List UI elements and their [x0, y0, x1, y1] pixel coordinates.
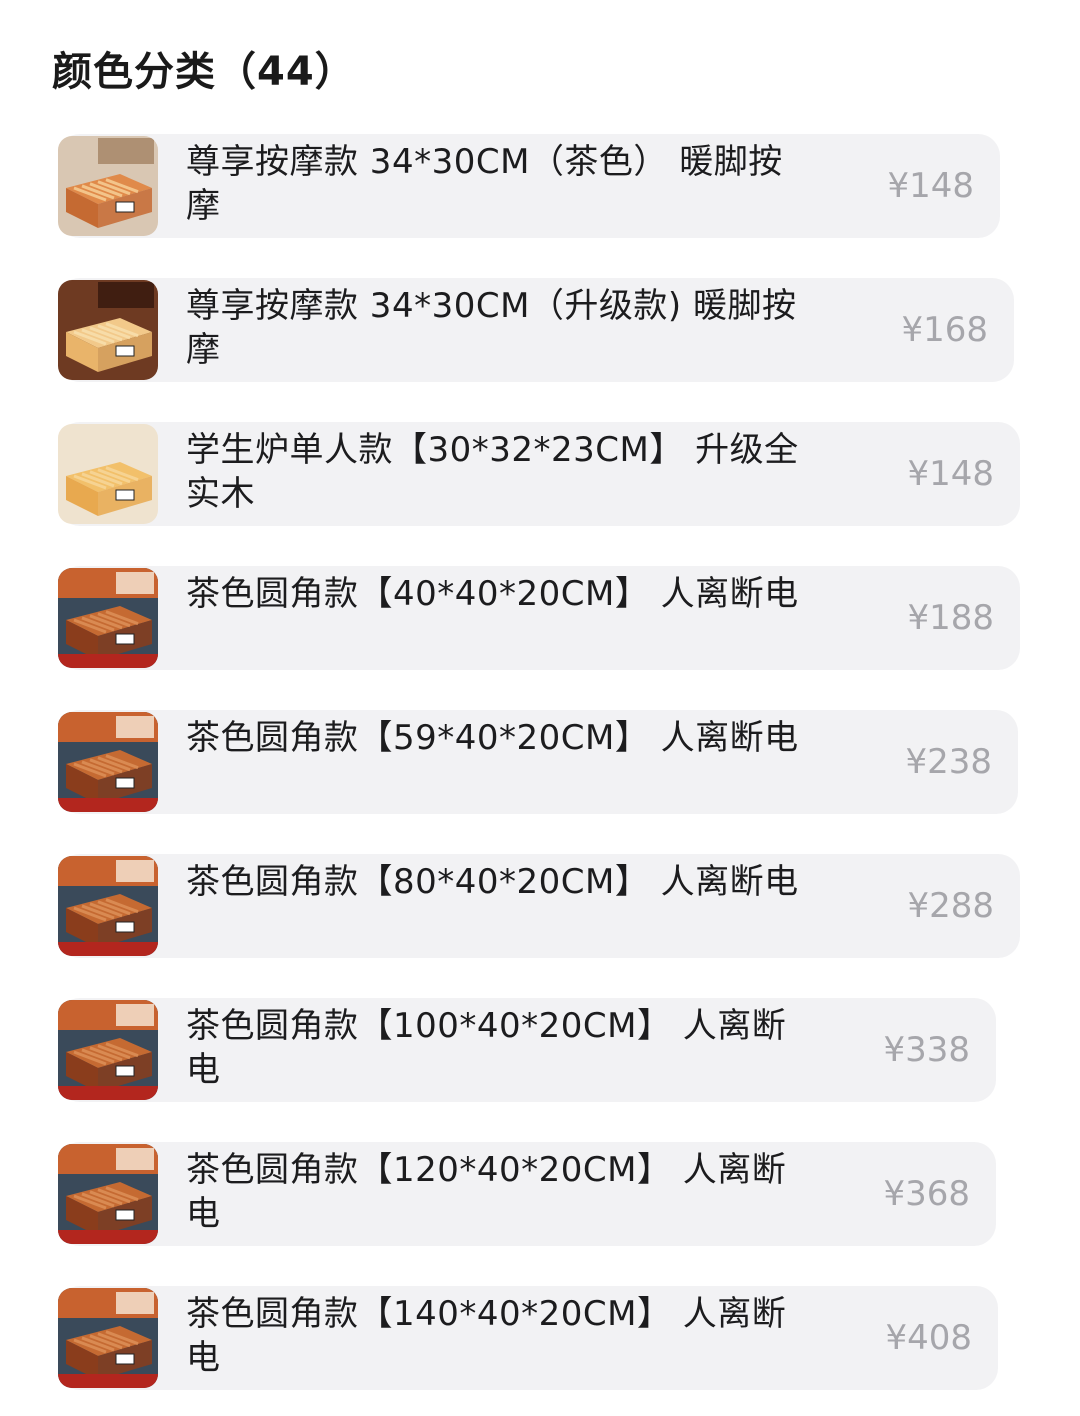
- variant-price: ¥288: [907, 886, 994, 926]
- variant-name: 尊享按摩款 34*30CM（升级款) 暖脚按摩: [186, 286, 797, 370]
- variant-name: 茶色圆角款【59*40*20CM】 人离断电: [186, 718, 799, 758]
- variant-option[interactable]: 茶色圆角款【80*40*20CM】 人离断电 ¥288: [58, 854, 1020, 958]
- variant-option[interactable]: 学生炉单人款【30*32*23CM】 升级全实木 ¥148: [58, 422, 1020, 526]
- variant-name: 茶色圆角款【80*40*20CM】 人离断电: [186, 862, 799, 902]
- product-thumbnail: [58, 280, 158, 380]
- variant-name: 茶色圆角款【140*40*20CM】 人离断电: [186, 1294, 787, 1378]
- variant-price: ¥148: [887, 166, 974, 206]
- variant-list: 尊享按摩款 34*30CM（茶色） 暖脚按摩 ¥148 尊享按摩款 34*30C…: [0, 0, 1080, 1416]
- product-thumbnail: [58, 424, 158, 524]
- variant-option[interactable]: 茶色圆角款【100*40*20CM】 人离断电 ¥338: [58, 998, 996, 1102]
- variant-price: ¥168: [901, 310, 988, 350]
- variant-price: ¥368: [883, 1174, 970, 1214]
- variant-price: ¥148: [907, 454, 994, 494]
- variant-option[interactable]: 尊享按摩款 34*30CM（茶色） 暖脚按摩 ¥148: [58, 134, 1000, 238]
- product-thumbnail: [58, 856, 158, 956]
- variant-price: ¥238: [905, 742, 992, 782]
- variant-name: 茶色圆角款【120*40*20CM】 人离断电: [186, 1150, 787, 1234]
- variant-option[interactable]: 茶色圆角款【59*40*20CM】 人离断电 ¥238: [58, 710, 1018, 814]
- variant-option[interactable]: 茶色圆角款【120*40*20CM】 人离断电 ¥368: [58, 1142, 996, 1246]
- variant-price: ¥188: [907, 598, 994, 638]
- product-thumbnail: [58, 1144, 158, 1244]
- variant-price: ¥408: [885, 1318, 972, 1358]
- variant-price: ¥338: [883, 1030, 970, 1070]
- variant-name: 茶色圆角款【100*40*20CM】 人离断电: [186, 1006, 787, 1090]
- product-thumbnail: [58, 712, 158, 812]
- variant-name: 茶色圆角款【40*40*20CM】 人离断电: [186, 574, 799, 614]
- product-thumbnail: [58, 1288, 158, 1388]
- product-thumbnail: [58, 136, 158, 236]
- product-thumbnail: [58, 1000, 158, 1100]
- variant-name: 尊享按摩款 34*30CM（茶色） 暖脚按摩: [186, 142, 783, 226]
- variant-option[interactable]: 尊享按摩款 34*30CM（升级款) 暖脚按摩 ¥168: [58, 278, 1014, 382]
- variant-option[interactable]: 茶色圆角款【40*40*20CM】 人离断电 ¥188: [58, 566, 1020, 670]
- product-thumbnail: [58, 568, 158, 668]
- variant-name: 学生炉单人款【30*32*23CM】 升级全实木: [186, 430, 799, 514]
- variant-option[interactable]: 茶色圆角款【140*40*20CM】 人离断电 ¥408: [58, 1286, 998, 1390]
